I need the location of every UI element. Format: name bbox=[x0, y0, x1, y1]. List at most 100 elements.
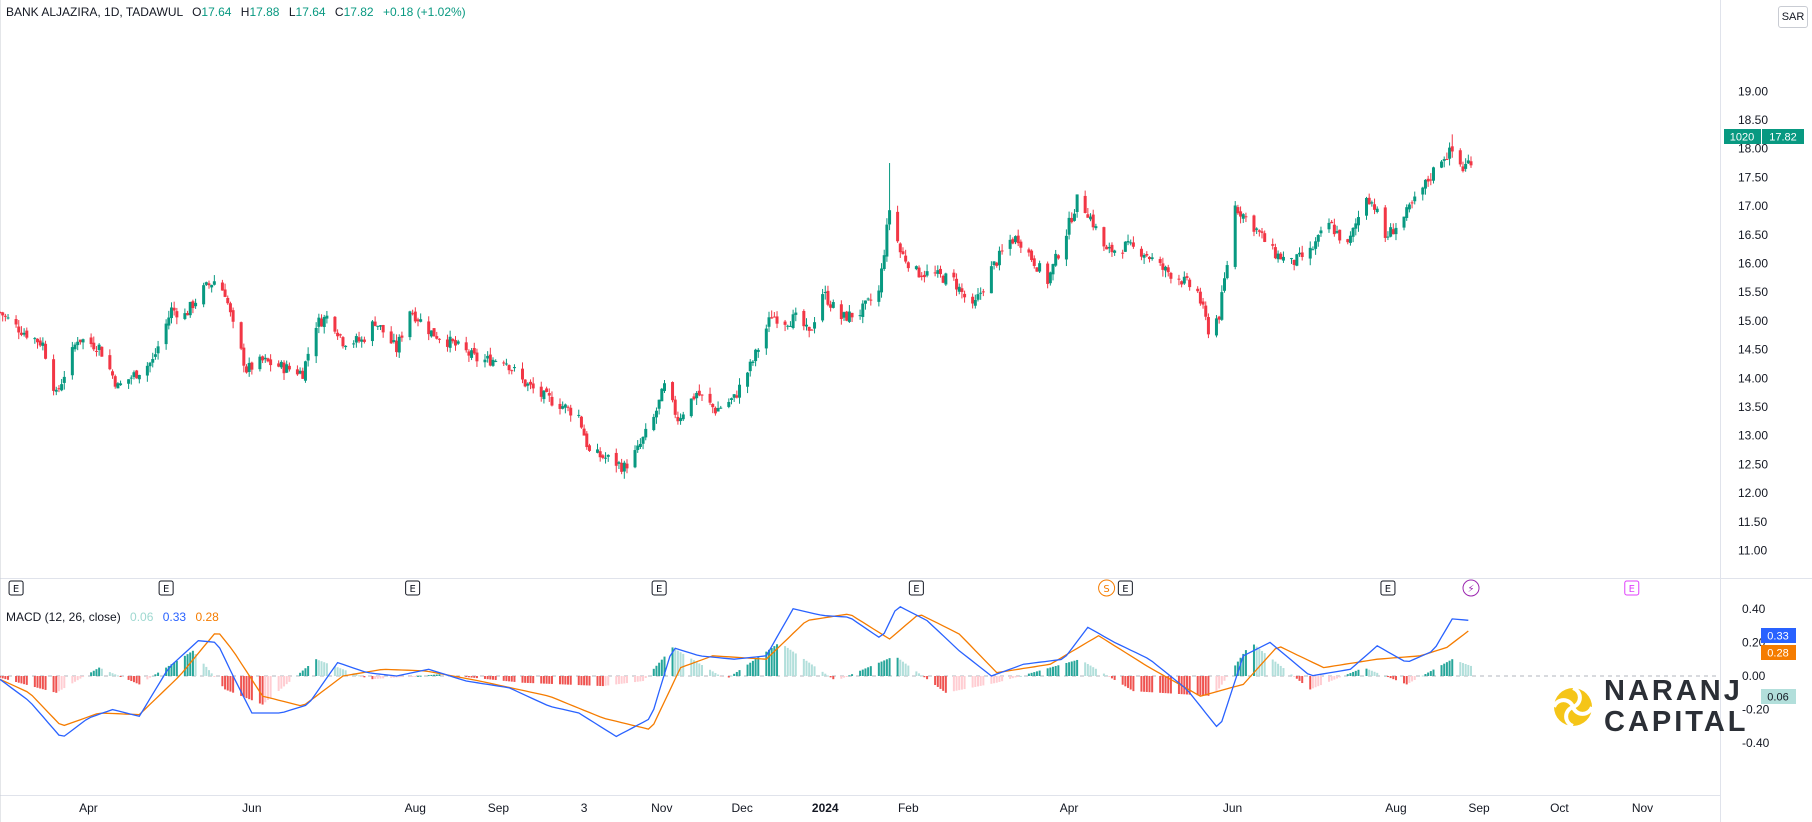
macd-legend[interactable]: MACD (12, 26, close) 0.06 0.33 0.28 bbox=[6, 610, 219, 624]
macd-hist-bar bbox=[299, 672, 302, 676]
time-tick-label: Sep bbox=[1468, 801, 1490, 815]
macd-line bbox=[0, 606, 1469, 738]
macd-hist-bar bbox=[1440, 665, 1443, 676]
candle-body bbox=[129, 377, 133, 379]
currency-button[interactable]: SAR bbox=[1778, 6, 1808, 28]
macd-hist-bar bbox=[1019, 675, 1022, 677]
event-markers[interactable]: E E E E E S E E ⚡ E bbox=[8, 579, 1640, 597]
candle-body bbox=[756, 349, 760, 352]
candle-body bbox=[1255, 228, 1259, 230]
candle-body bbox=[1383, 207, 1387, 238]
time-tick-label: 3 bbox=[581, 801, 588, 815]
candle-body bbox=[156, 346, 160, 354]
macd-hist-bar bbox=[658, 662, 661, 676]
macd-hist-bar bbox=[583, 676, 586, 686]
candle-body bbox=[794, 312, 798, 315]
earnings-marker[interactable]: E bbox=[1380, 580, 1396, 596]
candle-body bbox=[1094, 226, 1098, 229]
symbol-title: BANK ALJAZIRA, 1D, TADAWUL bbox=[6, 5, 183, 19]
macd-hist-bar bbox=[580, 676, 583, 686]
macd-hist-bar bbox=[15, 676, 18, 682]
macd-hist-bar bbox=[119, 676, 122, 677]
candle-body bbox=[1389, 227, 1393, 237]
time-tick-label: Jun bbox=[1223, 801, 1242, 815]
candle-body bbox=[301, 370, 305, 379]
split-marker[interactable]: S bbox=[1098, 579, 1116, 597]
candle-body bbox=[1386, 236, 1390, 238]
candle-body bbox=[285, 364, 289, 373]
candle-body bbox=[62, 376, 66, 383]
macd-hist-bar bbox=[248, 676, 251, 700]
naranj-logo-text: NARANJ CAPITAL bbox=[1604, 676, 1749, 738]
candle-body bbox=[1220, 292, 1224, 320]
macd-hist-bar bbox=[1352, 671, 1355, 676]
macd-hist-bar bbox=[770, 647, 773, 676]
candle-body bbox=[1316, 234, 1320, 242]
macd-hist-bar bbox=[44, 676, 47, 690]
candle-body bbox=[1327, 222, 1331, 230]
earnings-marker[interactable]: E bbox=[651, 580, 667, 596]
candle-body bbox=[976, 294, 980, 300]
candle-body bbox=[344, 345, 348, 348]
macd-hist-bar bbox=[1279, 665, 1282, 676]
macd-hist-bar bbox=[1161, 676, 1164, 693]
macd-hist-bar bbox=[899, 659, 902, 676]
candle-body bbox=[1314, 241, 1318, 249]
candles[interactable] bbox=[0, 134, 1473, 479]
macd-hist-bar bbox=[400, 676, 403, 678]
macd-hist-bar bbox=[1295, 676, 1298, 679]
candle-body bbox=[1338, 229, 1342, 241]
macd-hist-bar bbox=[157, 672, 160, 676]
candle-body bbox=[885, 224, 889, 257]
chart-canvas[interactable]: 11.00 11.50 12.00 12.50 13.00 13.50 14.00 14.50… bbox=[0, 0, 1812, 822]
upcoming-earnings-marker[interactable]: E bbox=[1624, 580, 1640, 596]
candle-body bbox=[116, 383, 120, 389]
news-marker[interactable]: ⚡ bbox=[1462, 579, 1480, 597]
macd-hist-bar bbox=[1392, 676, 1395, 680]
macd-signal-value: 0.28 bbox=[195, 610, 219, 624]
candle-body bbox=[132, 372, 136, 377]
macd-hist-bar bbox=[636, 676, 639, 682]
macd-hist-bar bbox=[1027, 673, 1030, 676]
macd-hist-bar bbox=[623, 676, 626, 684]
macd-hist-bar bbox=[644, 676, 647, 678]
earnings-marker[interactable]: E bbox=[8, 580, 24, 596]
price-tick-label: 13.00 bbox=[1738, 429, 1768, 443]
macd-hist-bar bbox=[1226, 676, 1229, 677]
candle-body bbox=[1394, 227, 1398, 235]
macd-hist-bar bbox=[1445, 662, 1448, 676]
macd-hist-bar bbox=[382, 676, 385, 679]
macd-hist-bar bbox=[1255, 646, 1258, 676]
macd-hist-bar bbox=[607, 676, 610, 686]
macd-hist-bar bbox=[229, 676, 232, 692]
candle-body bbox=[770, 317, 774, 319]
macd-hist-bar bbox=[1046, 668, 1049, 676]
macd-hist-bar bbox=[173, 662, 176, 676]
candle-body bbox=[636, 445, 640, 451]
candle-body bbox=[1046, 263, 1050, 284]
candle-body bbox=[1048, 272, 1052, 284]
candle-body bbox=[1147, 256, 1151, 260]
candle-body bbox=[1217, 316, 1221, 320]
candle-body bbox=[941, 275, 945, 283]
candle-body bbox=[1257, 230, 1261, 232]
macd-hist-bar bbox=[577, 676, 580, 686]
candle-body bbox=[89, 337, 93, 345]
earnings-marker[interactable]: E bbox=[405, 580, 421, 596]
macd-hist-bar bbox=[1309, 676, 1312, 690]
earnings-marker[interactable]: E bbox=[908, 580, 924, 596]
earnings-marker[interactable]: E bbox=[1117, 580, 1133, 596]
candle-body bbox=[767, 317, 771, 327]
macd-hist-bar bbox=[63, 676, 66, 689]
candle-body bbox=[625, 463, 629, 469]
candle-body bbox=[1429, 179, 1433, 181]
macd-hist-bar bbox=[918, 673, 921, 676]
candle-body bbox=[783, 321, 787, 325]
candle-body bbox=[1354, 223, 1358, 229]
candle-body bbox=[558, 403, 562, 409]
earnings-marker[interactable]: E bbox=[158, 580, 174, 596]
candle-body bbox=[269, 359, 273, 366]
macd-hist-bar bbox=[1143, 676, 1146, 692]
macd-hist-bar bbox=[604, 676, 607, 686]
macd-hist-bar bbox=[861, 669, 864, 676]
